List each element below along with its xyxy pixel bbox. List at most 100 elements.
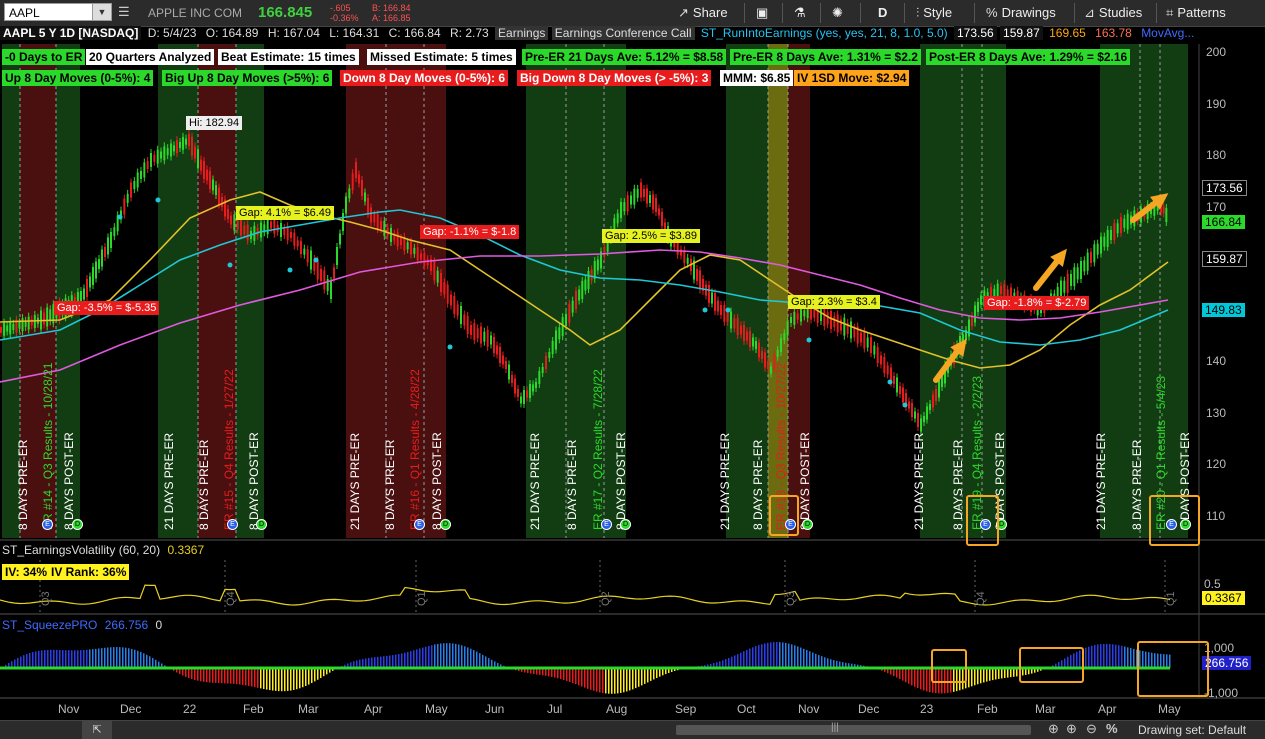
iv-label: IV: 34% xyxy=(2,564,50,580)
candle-body xyxy=(358,175,360,184)
time-axis-label: 22 xyxy=(183,702,196,716)
candle-body xyxy=(860,333,862,343)
squeeze-bar xyxy=(599,668,601,692)
squeeze-bar xyxy=(449,643,451,668)
vertical-event-label: 8 DAYS POST-ER xyxy=(62,432,76,530)
candle-body xyxy=(727,312,729,322)
price-axis-label: 140 xyxy=(1200,354,1265,368)
earnings-icon[interactable]: E xyxy=(414,519,425,530)
time-axis-label: Oct xyxy=(737,702,756,716)
squeeze-bar xyxy=(740,653,742,668)
candle-body xyxy=(926,407,928,420)
squeeze-bar xyxy=(149,656,151,668)
squeeze-bar xyxy=(104,648,106,668)
squeeze-bar xyxy=(809,651,811,668)
candle-body xyxy=(1113,223,1115,240)
squeeze-bar xyxy=(89,649,91,668)
candle-body xyxy=(853,328,855,338)
squeeze-bar xyxy=(566,668,568,681)
squeeze-bar xyxy=(35,651,37,668)
zoom-out-icon[interactable]: ⊖ xyxy=(1086,721,1097,737)
squeeze-bar xyxy=(308,668,310,685)
candle-body xyxy=(565,314,567,326)
crosshair-icon[interactable]: ⊕ xyxy=(1048,721,1059,737)
squeeze-bar xyxy=(86,650,88,668)
squeeze-bar xyxy=(215,668,217,683)
candle-body xyxy=(182,137,184,150)
earnings-icon[interactable]: E xyxy=(227,519,238,530)
candle-body xyxy=(188,134,190,146)
squeeze-bar xyxy=(611,668,613,694)
squeeze-bar xyxy=(146,655,148,668)
candle-body xyxy=(215,185,217,195)
zoom-in-icon[interactable]: ⊕ xyxy=(1066,721,1077,737)
squeeze-bar xyxy=(629,668,631,690)
candle-body xyxy=(908,402,910,409)
candle-body xyxy=(283,228,285,235)
squeeze-bar xyxy=(275,668,277,691)
candle-body xyxy=(555,331,557,350)
dividend-icon[interactable]: D xyxy=(620,519,631,530)
candle-body xyxy=(460,306,462,324)
horizontal-scrollbar[interactable]: ||| xyxy=(676,725,1031,735)
candle-body xyxy=(104,247,106,257)
squeeze-bar xyxy=(302,668,304,687)
earnings-icon[interactable]: E xyxy=(42,519,53,530)
candle-body xyxy=(377,214,379,229)
candle-body xyxy=(929,404,931,410)
squeeze-bar xyxy=(368,658,370,668)
candle-body xyxy=(603,247,605,257)
dividend-icon[interactable]: D xyxy=(72,519,83,530)
squeeze-bar xyxy=(443,643,445,668)
dividend-icon[interactable]: D xyxy=(440,519,451,530)
squeeze-bar xyxy=(917,668,919,688)
candle-body xyxy=(873,346,875,355)
dividend-icon[interactable]: D xyxy=(802,519,813,530)
squeeze-bar xyxy=(776,642,778,668)
drawing-set-label[interactable]: Drawing set: Default xyxy=(1138,723,1246,737)
candle-body xyxy=(297,240,299,246)
candle-body xyxy=(1110,230,1112,240)
candle-body xyxy=(267,219,269,234)
candle-body xyxy=(783,333,785,340)
vol-study-name[interactable]: ST_EarningsVolatility (60, 20) xyxy=(2,543,160,557)
gap-label: Gap: -1.8% = $-2.79 xyxy=(984,296,1089,310)
candle-body xyxy=(209,171,211,189)
candle-body xyxy=(101,250,103,267)
squeeze-bar xyxy=(53,650,55,668)
candle-body xyxy=(218,188,220,205)
candle-body xyxy=(457,305,459,316)
movavg-label[interactable]: MovAvg... xyxy=(1138,26,1197,40)
earnings-icon[interactable]: E xyxy=(601,519,612,530)
candle-body xyxy=(502,356,504,365)
percent-scale-icon[interactable]: % xyxy=(1106,721,1118,736)
signal-dot xyxy=(288,268,293,273)
candle-body xyxy=(483,332,485,342)
squeeze-bar xyxy=(281,668,283,691)
squeeze-bar xyxy=(59,650,61,668)
squeeze-bar xyxy=(62,650,64,668)
price-chart[interactable] xyxy=(0,0,1265,738)
candle-body xyxy=(221,197,223,207)
candle-body xyxy=(562,317,564,336)
squeeze-bar xyxy=(455,644,457,668)
squeeze-bar xyxy=(17,658,19,668)
big-down-8-day-label: Big Down 8 Day Moves (> -5%): 3 xyxy=(517,70,711,86)
expand-icon[interactable]: ⇱ xyxy=(82,721,112,739)
dividend-icon[interactable]: D xyxy=(256,519,267,530)
candle-body xyxy=(107,238,109,255)
study-label[interactable]: ST_RunIntoEarnings (yes, yes, 21, 8, 1.0… xyxy=(698,26,951,40)
squeeze-bar xyxy=(224,668,226,683)
squeeze-study-name[interactable]: ST_SqueezePRO xyxy=(2,618,97,632)
squeeze-bar xyxy=(650,668,652,681)
candle-body xyxy=(373,214,375,222)
study-value-1: 173.56 xyxy=(954,26,997,40)
time-axis-label: Mar xyxy=(1035,702,1056,716)
big-up-8-day-label: Big Up 8 Day Moves (>5%): 6 xyxy=(162,70,332,86)
squeeze-bar xyxy=(602,668,604,693)
candle-body xyxy=(535,382,537,388)
squeeze-bar xyxy=(590,668,592,690)
candle-body xyxy=(260,223,262,238)
squeeze-bar xyxy=(782,642,784,668)
squeeze-bar xyxy=(23,655,25,668)
